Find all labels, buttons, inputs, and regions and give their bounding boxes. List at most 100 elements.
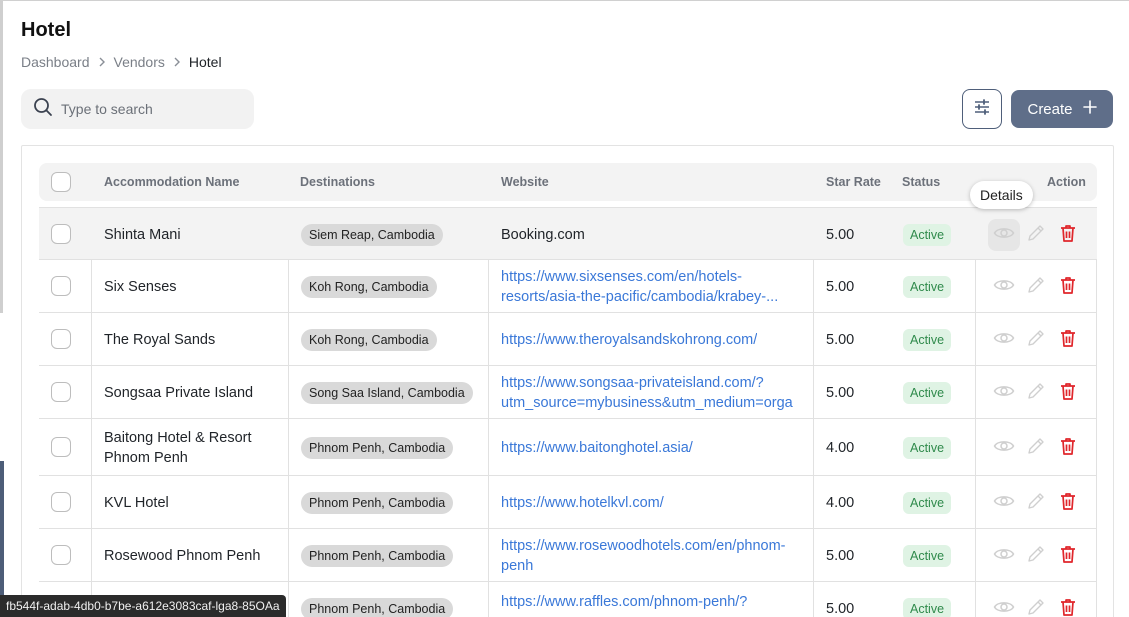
view-details-button[interactable] bbox=[988, 271, 1020, 303]
delete-button[interactable] bbox=[1052, 271, 1084, 303]
star-rate: 5.00 bbox=[826, 278, 855, 295]
table-row[interactable]: Rosewood Phnom Penh Phnom Penh, Cambodia… bbox=[39, 529, 1097, 582]
view-details-button[interactable] bbox=[988, 324, 1020, 356]
status-badge: Active bbox=[903, 223, 952, 246]
edit-button[interactable] bbox=[1020, 219, 1052, 251]
delete-button[interactable] bbox=[1052, 377, 1084, 409]
search-input[interactable] bbox=[61, 101, 241, 117]
website-link[interactable]: penh bbox=[501, 556, 533, 576]
sliders-icon bbox=[973, 98, 991, 121]
website-link[interactable]: https://www.hotelkvl.com/ bbox=[501, 493, 664, 513]
row-checkbox[interactable] bbox=[51, 437, 71, 457]
page: Hotel Dashboard Vendors Hotel Create bbox=[0, 0, 1129, 617]
pencil-icon bbox=[1026, 491, 1046, 515]
accommodation-name: The Royal Sands bbox=[104, 331, 216, 348]
delete-button[interactable] bbox=[1052, 593, 1084, 617]
destination-pill: Koh Rong, Cambodia bbox=[301, 275, 437, 298]
accommodation-name: Shinta Mani bbox=[104, 226, 181, 243]
website-link[interactable]: resorts/asia-the-pacific/cambodia/krabey… bbox=[501, 287, 778, 307]
view-details-button[interactable] bbox=[988, 432, 1020, 464]
edit-button[interactable] bbox=[1020, 487, 1052, 519]
header-star-rate[interactable]: Star Rate bbox=[826, 163, 881, 201]
trash-icon bbox=[1058, 491, 1078, 515]
destination-pill: Koh Rong, Cambodia bbox=[301, 328, 437, 351]
delete-button[interactable] bbox=[1052, 324, 1084, 356]
delete-button[interactable] bbox=[1052, 432, 1084, 464]
breadcrumb-vendors[interactable]: Vendors bbox=[114, 54, 165, 70]
delete-button[interactable] bbox=[1052, 219, 1084, 251]
chevron-right-icon bbox=[165, 54, 189, 70]
breadcrumb-dashboard[interactable]: Dashboard bbox=[21, 54, 90, 70]
pencil-icon bbox=[1026, 381, 1046, 405]
eye-icon bbox=[993, 596, 1015, 617]
table-row[interactable]: Shinta Mani Siem Reap, Cambodia Booking.… bbox=[39, 207, 1097, 260]
view-details-button[interactable] bbox=[988, 218, 1020, 251]
edit-button[interactable] bbox=[1020, 324, 1052, 356]
status-bar-url: fb544f-adab-4db0-b7be-a612e3083caf-lga8-… bbox=[0, 595, 286, 617]
eye-icon bbox=[993, 490, 1015, 516]
trash-icon bbox=[1058, 436, 1078, 460]
table-row[interactable]: KVL Hotel Phnom Penh, Cambodia https://w… bbox=[39, 476, 1097, 529]
website-link[interactable]: https://www.songsaa-privateisland.com/? bbox=[501, 373, 764, 393]
edit-button[interactable] bbox=[1020, 271, 1052, 303]
destination-pill: Siem Reap, Cambodia bbox=[301, 223, 443, 246]
view-details-button[interactable] bbox=[988, 377, 1020, 409]
delete-button[interactable] bbox=[1052, 540, 1084, 572]
header-accommodation-name[interactable]: Accommodation Name bbox=[104, 163, 239, 201]
destination-pill: Song Saa Island, Cambodia bbox=[301, 381, 473, 404]
create-button-label: Create bbox=[1027, 100, 1073, 118]
search-icon bbox=[33, 97, 53, 122]
view-details-button[interactable] bbox=[988, 487, 1020, 519]
website-link[interactable]: https://www.baitonghotel.asia/ bbox=[501, 438, 693, 458]
view-details-button[interactable] bbox=[988, 593, 1020, 617]
row-checkbox[interactable] bbox=[51, 224, 71, 244]
table-header: Accommodation Name Destinations Website … bbox=[39, 163, 1097, 201]
edit-button[interactable] bbox=[1020, 432, 1052, 464]
plus-icon bbox=[1082, 100, 1097, 118]
status-badge: Active bbox=[903, 544, 952, 567]
eye-icon bbox=[993, 222, 1015, 248]
website-link[interactable]: https://www.rosewoodhotels.com/en/phnom- bbox=[501, 536, 786, 556]
star-rate: 5.00 bbox=[826, 384, 855, 401]
eye-icon bbox=[993, 327, 1015, 353]
trash-icon bbox=[1058, 328, 1078, 352]
edit-button[interactable] bbox=[1020, 540, 1052, 572]
eye-icon bbox=[993, 435, 1015, 461]
edit-button[interactable] bbox=[1020, 377, 1052, 409]
header-website[interactable]: Website bbox=[501, 163, 549, 201]
website-link[interactable]: https://www.sixsenses.com/en/hotels- bbox=[501, 267, 742, 287]
destination-pill: Phnom Penh, Cambodia bbox=[301, 491, 454, 514]
star-rate: 4.00 bbox=[826, 439, 855, 456]
row-checkbox[interactable] bbox=[51, 545, 71, 565]
page-title: Hotel bbox=[21, 19, 71, 41]
table-row[interactable]: Songsaa Private Island Song Saa Island, … bbox=[39, 366, 1097, 419]
star-rate: 5.00 bbox=[826, 547, 855, 564]
row-checkbox[interactable] bbox=[51, 329, 71, 349]
website-link[interactable]: https://www.raffles.com/phnom-penh/? bbox=[501, 592, 747, 612]
view-details-button[interactable] bbox=[988, 540, 1020, 572]
breadcrumb-hotel: Hotel bbox=[188, 54, 222, 70]
star-rate: 5.00 bbox=[826, 600, 855, 617]
star-rate: 4.00 bbox=[826, 494, 855, 511]
row-checkbox[interactable] bbox=[51, 382, 71, 402]
header-action: Action bbox=[1047, 175, 1086, 189]
delete-button[interactable] bbox=[1052, 487, 1084, 519]
table-row[interactable]: Six Senses Koh Rong, Cambodia https://ww… bbox=[39, 260, 1097, 313]
row-checkbox[interactable] bbox=[51, 492, 71, 512]
pencil-icon bbox=[1026, 275, 1046, 299]
filter-button[interactable] bbox=[962, 89, 1002, 129]
status-badge: Active bbox=[903, 275, 952, 298]
row-checkbox[interactable] bbox=[51, 276, 71, 296]
table-row[interactable]: Baitong Hotel & Resort Phnom Penh Phnom … bbox=[39, 419, 1097, 476]
edit-button[interactable] bbox=[1020, 593, 1052, 617]
select-all-checkbox[interactable] bbox=[51, 172, 71, 192]
search-box bbox=[21, 89, 254, 129]
website-text: Booking.com bbox=[501, 226, 585, 243]
website-link[interactable]: utm_source=mybusiness&utm_medium=orga bbox=[501, 393, 793, 413]
table-row[interactable]: The Royal Sands Koh Rong, Cambodia https… bbox=[39, 313, 1097, 366]
header-status[interactable]: Status bbox=[902, 163, 940, 201]
create-button[interactable]: Create bbox=[1011, 90, 1113, 128]
header-destinations[interactable]: Destinations bbox=[300, 163, 375, 201]
website-link[interactable]: https://www.theroyalsandskohrong.com/ bbox=[501, 330, 757, 350]
trash-icon bbox=[1058, 223, 1078, 247]
